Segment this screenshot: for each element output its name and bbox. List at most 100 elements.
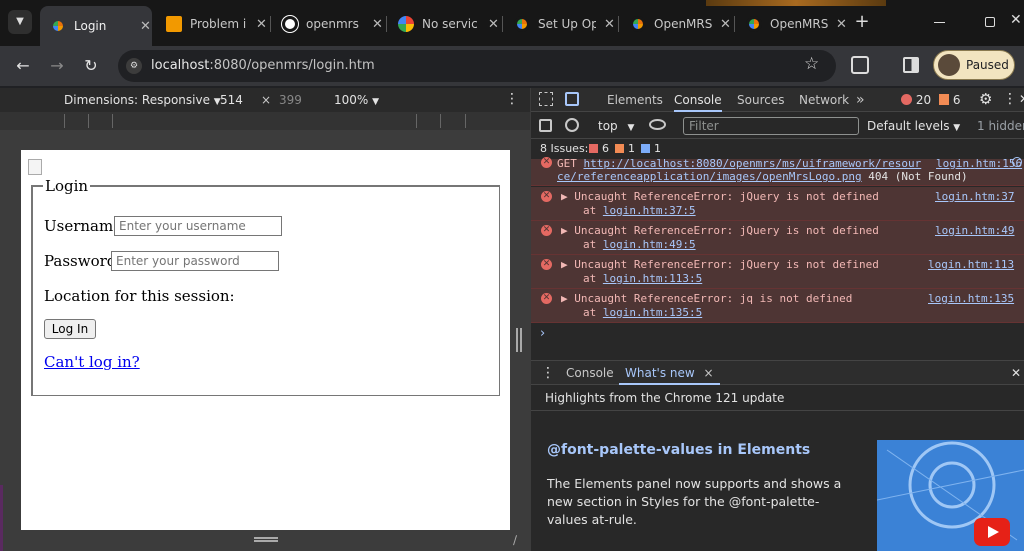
resize-handle-right[interactable]	[516, 328, 522, 352]
close-icon[interactable]: ✕	[140, 19, 151, 34]
console-message[interactable]: ✕ ▶ Uncaught ReferenceError: jQuery is n…	[531, 187, 1024, 221]
minimize-icon[interactable]	[934, 22, 945, 23]
network-request-icon[interactable]	[1012, 157, 1022, 167]
console-message[interactable]: ✕ GET http://localhost:8080/openmrs/ms/u…	[531, 157, 1024, 186]
console-prompt[interactable]: ›	[540, 326, 545, 341]
whats-new-video-thumbnail[interactable]	[877, 440, 1024, 551]
ruler-tick	[88, 114, 89, 128]
devtools-menu-icon[interactable]: ⋮	[1003, 91, 1017, 107]
issues-error-icon	[589, 144, 598, 153]
tab-divider	[270, 16, 271, 32]
more-options-icon[interactable]: ⋮	[505, 91, 519, 107]
drawer-tab-console[interactable]: Console	[566, 366, 614, 380]
resource-url-link[interactable]: http://localhost:8080/openmrs/ms/uiframe…	[584, 157, 922, 170]
back-arrow-icon[interactable]: ←	[12, 55, 34, 77]
maximize-icon[interactable]	[985, 17, 995, 27]
source-link[interactable]: login.htm:113	[928, 258, 1014, 271]
drawer-tabbar: ⋮ Console What's new × ✕	[531, 360, 1024, 385]
error-icon: ✕	[541, 157, 552, 168]
warning-counter[interactable]: 6	[939, 93, 960, 107]
tab-console[interactable]: Console	[674, 88, 722, 112]
close-icon[interactable]: ×	[704, 366, 714, 380]
resource-url-link-cont[interactable]: ce/referenceapplication/images/openMrsLo…	[557, 170, 862, 183]
profile-button[interactable]: Paused	[933, 50, 1015, 80]
source-link[interactable]: login.htm:37	[935, 190, 1014, 203]
inspect-element-icon[interactable]	[539, 92, 553, 106]
tab-label: OpenMRS	[770, 17, 828, 31]
tab-search-button[interactable]: ▼	[8, 10, 32, 34]
username-input[interactable]: Enter your username	[114, 216, 282, 236]
width-input[interactable]: 514	[220, 93, 243, 107]
tab-network[interactable]: Network	[799, 88, 849, 112]
drawer-tab-label: What's new	[625, 366, 695, 380]
close-icon[interactable]: ✕	[488, 17, 499, 32]
forward-arrow-icon[interactable]: →	[46, 55, 68, 77]
new-tab-button[interactable]: +	[852, 12, 872, 32]
side-panel-icon[interactable]	[903, 57, 919, 73]
tab-problem[interactable]: Problem i ✕	[156, 8, 268, 40]
error-icon: ✕	[541, 225, 552, 236]
error-text[interactable]: ▶ Uncaught ReferenceError: jQuery is not…	[561, 190, 879, 203]
console-message[interactable]: ✕ ▶ Uncaught ReferenceError: jQuery is n…	[531, 221, 1024, 255]
bookmark-star-icon[interactable]: ☆	[804, 54, 819, 74]
close-devtools-icon[interactable]: ✕	[1019, 92, 1024, 106]
password-input[interactable]: Enter your password	[111, 251, 279, 271]
drawer-menu-icon[interactable]: ⋮	[541, 365, 555, 381]
console-message[interactable]: ✕ ▶ Uncaught ReferenceError: jq is not d…	[531, 289, 1024, 323]
error-text[interactable]: ▶ Uncaught ReferenceError: jQuery is not…	[561, 224, 879, 237]
address-bar[interactable]: ⚙ localhost:8080/openmrs/login.htm ☆	[118, 50, 836, 82]
error-counter[interactable]: 20	[901, 93, 931, 107]
close-window-icon[interactable]: ✕	[1010, 12, 1022, 28]
issues-bar[interactable]: 8 Issues: 6 1 1	[531, 139, 1024, 159]
filter-input[interactable]: Filter	[683, 117, 859, 135]
close-icon[interactable]: ✕	[836, 17, 847, 32]
site-info-icon[interactable]: ⚙	[126, 58, 142, 74]
zoom-dropdown[interactable]: 100% ▼	[334, 93, 379, 107]
stack-link[interactable]: login.htm:113:5	[603, 272, 702, 285]
live-expression-eye-icon[interactable]	[649, 119, 666, 130]
tab-elements[interactable]: Elements	[607, 88, 663, 112]
context-label: top	[598, 119, 618, 133]
log-in-button[interactable]: Log In	[44, 319, 96, 339]
resize-handle-bottom[interactable]	[254, 537, 278, 542]
reload-icon[interactable]: ↻	[80, 55, 102, 77]
stack-link[interactable]: login.htm:37:5	[603, 204, 696, 217]
tab-openmrs-1[interactable]: OpenMRS ✕	[620, 8, 732, 40]
context-dropdown[interactable]: top ▼	[598, 119, 634, 133]
source-link[interactable]: login.htm:49	[935, 224, 1014, 237]
url-text[interactable]: localhost:8080/openmrs/login.htm	[151, 58, 375, 73]
device-toggle-icon[interactable]	[565, 92, 579, 106]
stack-link[interactable]: login.htm:135:5	[603, 306, 702, 319]
console-message[interactable]: ✕ ▶ Uncaught ReferenceError: jQuery is n…	[531, 255, 1024, 289]
dimensions-dropdown[interactable]: Dimensions: Responsive ▼	[64, 93, 221, 107]
error-text[interactable]: ▶ Uncaught ReferenceError: jQuery is not…	[561, 258, 879, 271]
tab-openmrs-github[interactable]: openmrs ✕	[272, 8, 384, 40]
log-levels-dropdown[interactable]: Default levels ▼	[867, 119, 960, 133]
resize-corner-icon[interactable]: ∕	[513, 533, 517, 547]
close-icon[interactable]: ✕	[256, 17, 267, 32]
youtube-play-icon[interactable]	[974, 518, 1010, 546]
feature-heading-link[interactable]: @font-palette-values in Elements	[547, 442, 810, 458]
tab-no-service[interactable]: No servic ✕	[388, 8, 500, 40]
stack-link[interactable]: login.htm:49:5	[603, 238, 696, 251]
tab-sources[interactable]: Sources	[737, 88, 784, 112]
clear-console-icon[interactable]	[565, 118, 579, 132]
tab-openmrs-2[interactable]: OpenMRS ✕	[736, 8, 848, 40]
source-link[interactable]: login.htm:156	[936, 157, 1022, 170]
more-tabs-button[interactable]: »	[856, 88, 865, 112]
close-icon[interactable]: ✕	[604, 17, 615, 32]
settings-gear-icon[interactable]: ⚙	[979, 90, 992, 108]
sidebar-toggle-icon[interactable]	[539, 119, 552, 132]
error-text[interactable]: ▶ Uncaught ReferenceError: jq is not def…	[561, 292, 852, 305]
drawer-tab-whats-new[interactable]: What's new ×	[619, 361, 720, 385]
extensions-icon[interactable]	[851, 56, 869, 74]
error-icon: ✕	[541, 293, 552, 304]
tab-setup[interactable]: Set Up Op ✕	[504, 8, 616, 40]
height-input[interactable]: 399	[279, 93, 302, 107]
cant-log-in-link[interactable]: Can't log in?	[44, 353, 140, 371]
close-icon[interactable]: ✕	[720, 17, 731, 32]
source-link[interactable]: login.htm:135	[928, 292, 1014, 305]
tab-login[interactable]: Login ✕	[40, 6, 152, 46]
close-drawer-icon[interactable]: ✕	[1011, 366, 1021, 380]
close-icon[interactable]: ✕	[372, 17, 383, 32]
